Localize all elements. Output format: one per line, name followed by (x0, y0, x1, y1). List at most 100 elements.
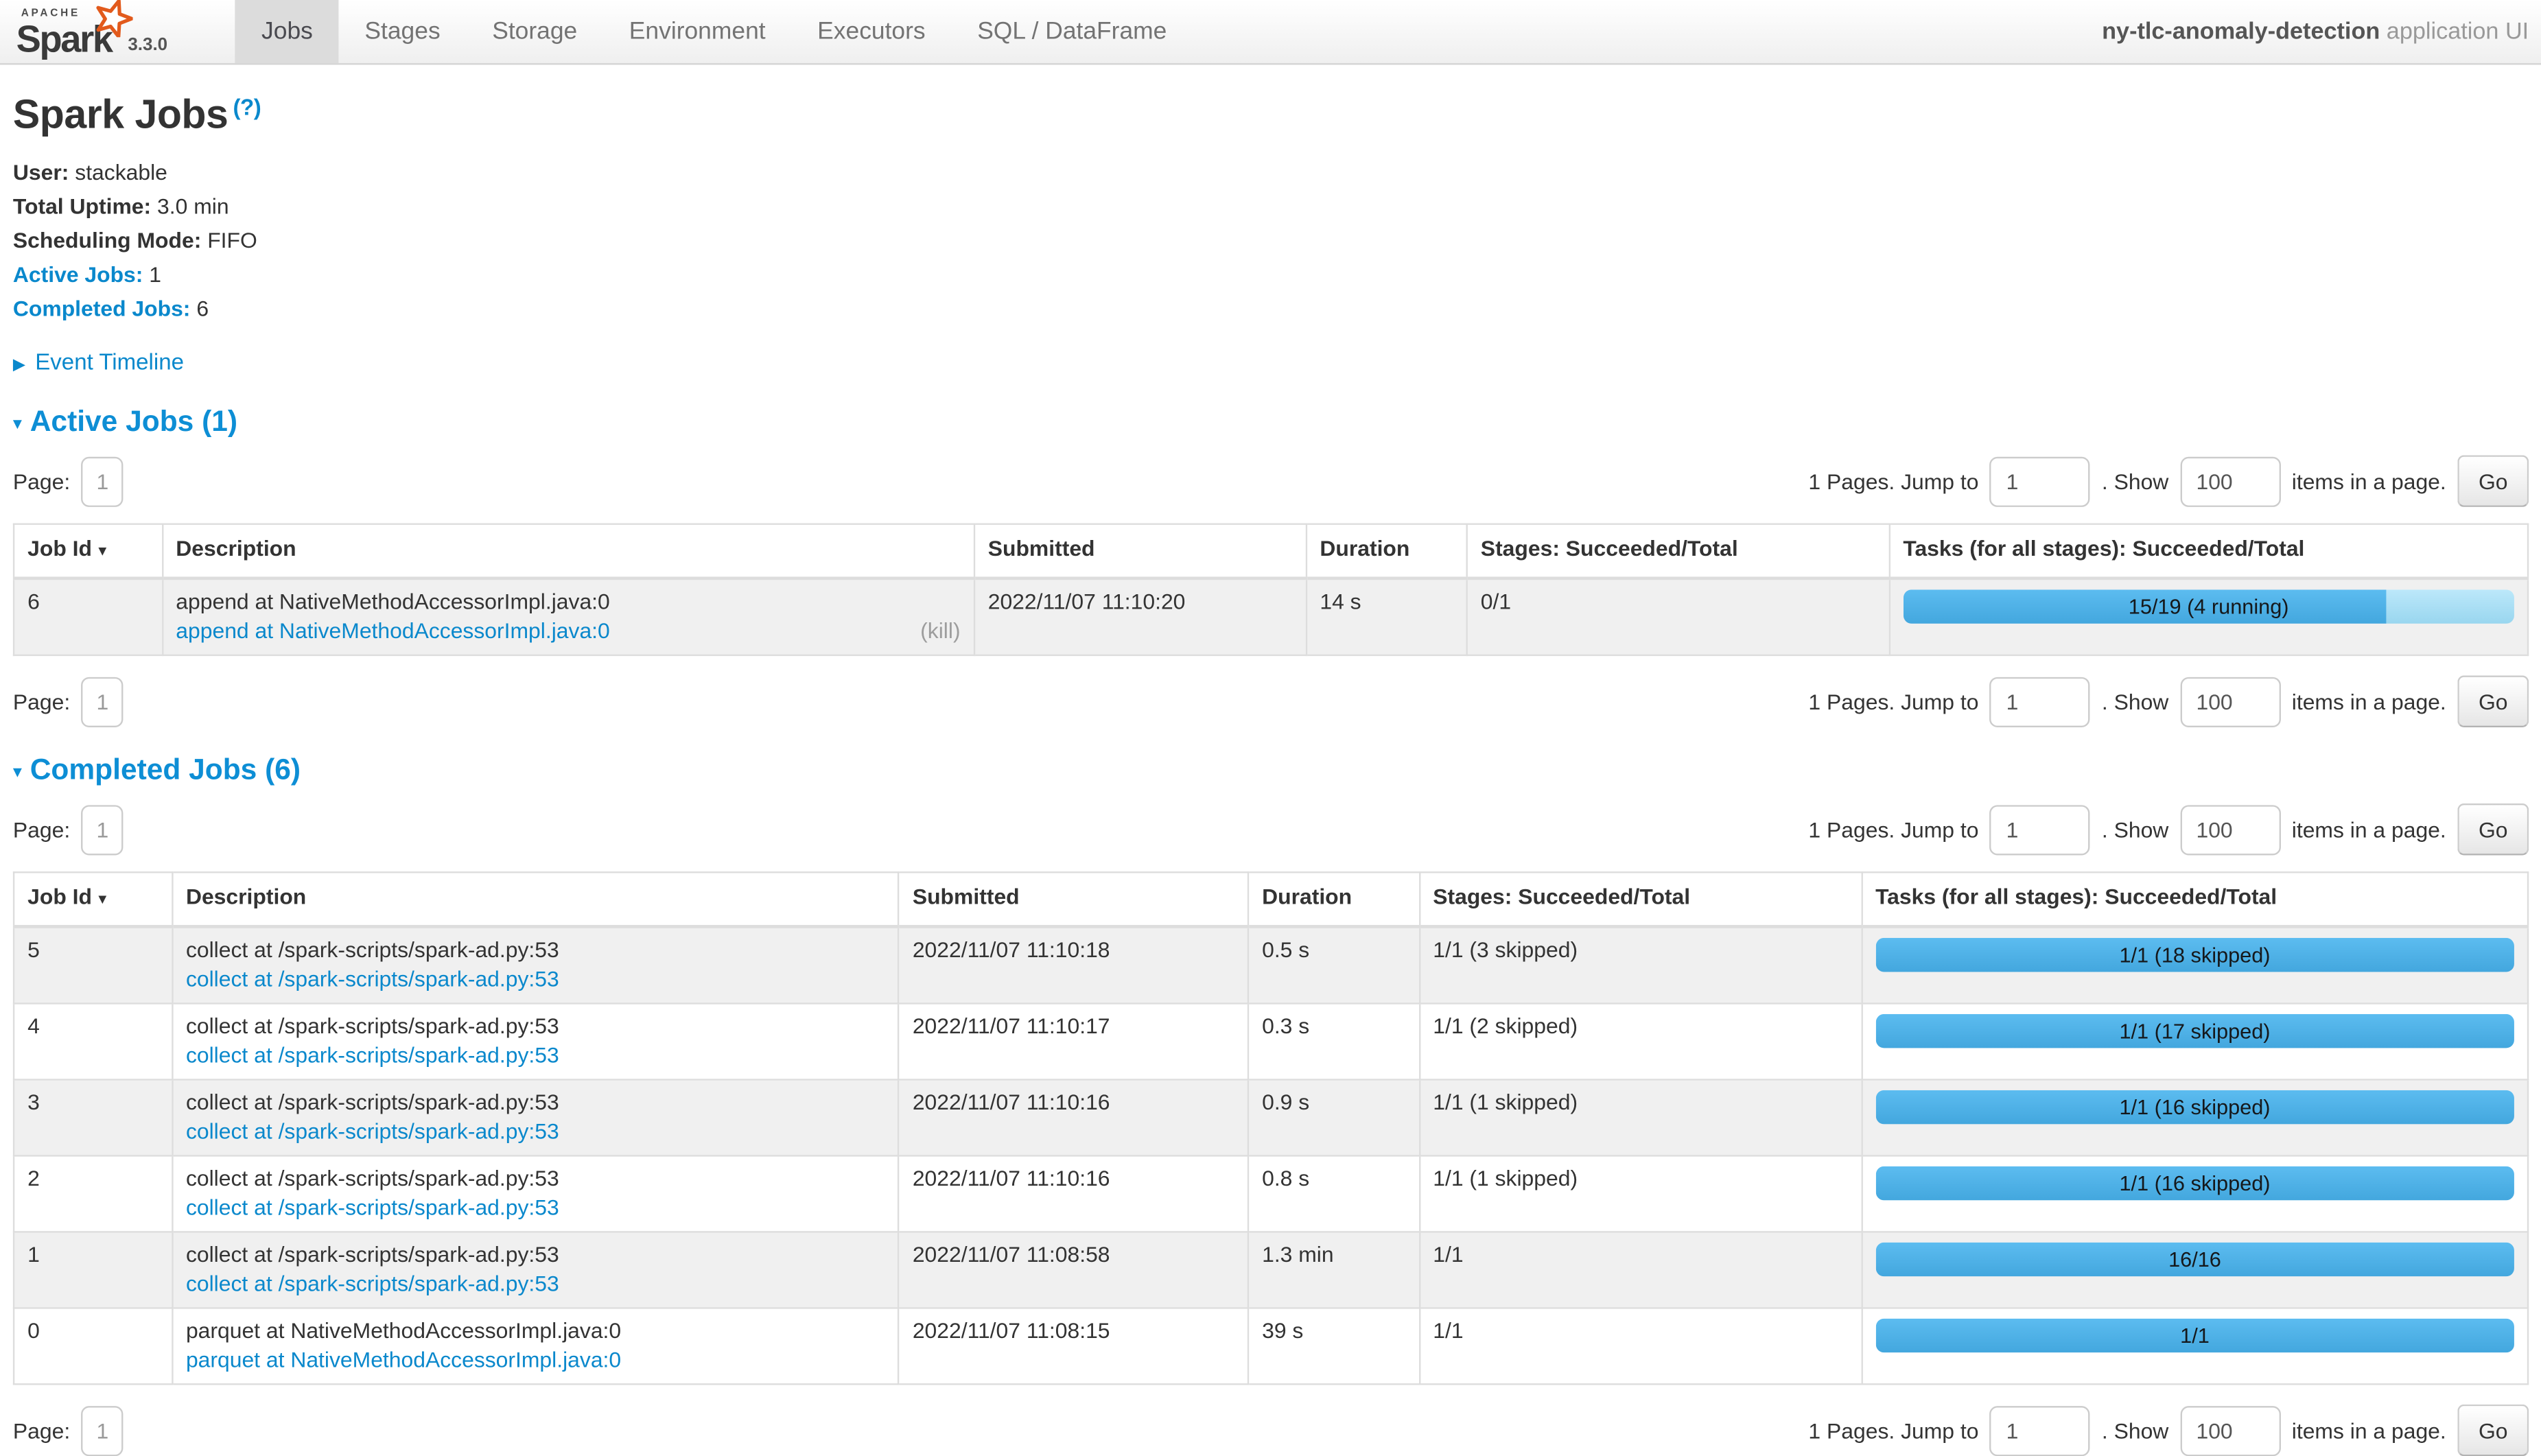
page-size-input[interactable] (2180, 1405, 2280, 1455)
completed-jobs-table: Job Id▾ Description Submitted Duration S… (13, 871, 2529, 1385)
nav-tabs: Jobs Stages Storage Environment Executor… (235, 0, 1193, 63)
job-description-cell: collect at /spark-scripts/spark-ad.py:53… (172, 1155, 899, 1232)
col-header-duration[interactable]: Duration (1248, 872, 1419, 926)
completed-job-row-1: 1 collect at /spark-scripts/spark-ad.py:… (14, 1232, 2528, 1308)
tasks-progress-bar: 1/1 (1875, 1319, 2514, 1353)
page-number-input[interactable] (82, 1405, 124, 1455)
page-title: Spark Jobs(?) (13, 93, 2529, 139)
navbar: APACHESpark 3.3.0 Jobs Stages Storage En… (0, 0, 2541, 64)
jump-to-input[interactable] (1990, 456, 2090, 506)
tasks-progress-cell: 1/1 (17 skipped) (1862, 1004, 2528, 1080)
go-button[interactable]: Go (2457, 455, 2529, 507)
duration-cell: 0.3 s (1248, 1004, 1419, 1080)
tasks-progress-cell: 1/1 (16 skipped) (1862, 1079, 2528, 1155)
job-detail-link[interactable]: collect at /spark-scripts/spark-ad.py:53 (186, 1118, 559, 1147)
duration-cell: 14 s (1306, 578, 1466, 655)
col-header-job-id[interactable]: Job Id▾ (14, 524, 162, 578)
tasks-progress-cell: 16/16 (1862, 1232, 2528, 1308)
completed-job-row-4: 4 collect at /spark-scripts/spark-ad.py:… (14, 1004, 2528, 1080)
col-header-description[interactable]: Description (172, 872, 899, 926)
active-jobs-table: Job Id▾ Description Submitted Duration S… (13, 524, 2529, 657)
job-id-cell: 4 (14, 1004, 172, 1080)
job-id-cell: 2 (14, 1155, 172, 1232)
job-detail-link[interactable]: collect at /spark-scripts/spark-ad.py:53 (186, 1042, 559, 1070)
col-header-job-id[interactable]: Job Id▾ (14, 872, 172, 926)
tasks-progress-cell: 1/1 (18 skipped) (1862, 926, 2528, 1003)
active-jobs-section-header[interactable]: ▾Active Jobs (1) (13, 405, 2529, 439)
col-header-stages[interactable]: Stages: Succeeded/Total (1467, 524, 1890, 578)
job-id-cell: 5 (14, 926, 172, 1003)
sort-desc-icon: ▾ (98, 891, 106, 908)
submitted-cell: 2022/11/07 11:10:16 (899, 1155, 1248, 1232)
completed-jobs-section-header[interactable]: ▾Completed Jobs (6) (13, 753, 2529, 788)
job-detail-link[interactable]: append at NativeMethodAccessorImpl.java:… (176, 617, 609, 646)
col-header-submitted[interactable]: Submitted (974, 524, 1307, 578)
kill-job-link[interactable]: (kill) (920, 617, 960, 646)
col-header-description[interactable]: Description (162, 524, 974, 578)
tasks-progress-cell: 15/19 (4 running) (1889, 578, 2528, 655)
tasks-progress-bar: 1/1 (16 skipped) (1875, 1090, 2514, 1125)
go-button[interactable]: Go (2457, 803, 2529, 856)
active-pager-top: Page: 1 Pages. Jump to . Show items in a… (13, 455, 2529, 507)
tasks-progress-cell: 1/1 (1862, 1308, 2528, 1384)
spark-ui-page: APACHESpark 3.3.0 Jobs Stages Storage En… (0, 0, 2541, 1330)
jump-to-input[interactable] (1990, 804, 2090, 854)
tab-environment[interactable]: Environment (603, 0, 791, 63)
go-button[interactable]: Go (2457, 1405, 2529, 1456)
collapse-down-icon: ▾ (13, 414, 22, 434)
tab-stages[interactable]: Stages (339, 0, 467, 63)
job-detail-link[interactable]: parquet at NativeMethodAccessorImpl.java… (186, 1346, 621, 1375)
col-header-submitted[interactable]: Submitted (899, 872, 1248, 926)
completed-job-row-2: 2 collect at /spark-scripts/spark-ad.py:… (14, 1155, 2528, 1232)
duration-cell: 0.5 s (1248, 926, 1419, 1003)
submitted-cell: 2022/11/07 11:08:15 (899, 1308, 1248, 1384)
job-id-cell: 3 (14, 1079, 172, 1155)
tab-jobs[interactable]: Jobs (235, 0, 338, 63)
job-description-cell: append at NativeMethodAccessorImpl.java:… (162, 578, 974, 655)
col-header-duration[interactable]: Duration (1306, 524, 1466, 578)
col-header-tasks[interactable]: Tasks (for all stages): Succeeded/Total (1889, 524, 2528, 578)
stages-cell: 0/1 (1467, 578, 1890, 655)
jump-to-input[interactable] (1990, 1405, 2090, 1455)
job-description-cell: collect at /spark-scripts/spark-ad.py:53… (172, 926, 899, 1003)
submitted-cell: 2022/11/07 11:10:20 (974, 578, 1307, 655)
summary-user: User: stackable (13, 161, 2529, 185)
expand-right-icon: ▶ (13, 356, 25, 374)
go-button[interactable]: Go (2457, 675, 2529, 727)
job-detail-link[interactable]: collect at /spark-scripts/spark-ad.py:53 (186, 965, 559, 994)
page-number-input[interactable] (82, 456, 124, 506)
event-timeline-toggle[interactable]: ▶Event Timeline (13, 349, 2529, 375)
job-description-cell: parquet at NativeMethodAccessorImpl.java… (172, 1308, 899, 1384)
completed-pager-top: Page: 1 Pages. Jump to . Show items in a… (13, 803, 2529, 856)
tab-storage[interactable]: Storage (466, 0, 603, 63)
active-pager-bottom: Page: 1 Pages. Jump to . Show items in a… (13, 675, 2529, 727)
col-header-tasks[interactable]: Tasks (for all stages): Succeeded/Total (1862, 872, 2528, 926)
page-number-input[interactable] (82, 804, 124, 854)
stages-cell: 1/1 (1419, 1308, 1862, 1384)
page-size-input[interactable] (2180, 677, 2280, 727)
spark-star-icon (94, 0, 133, 36)
jump-to-input[interactable] (1990, 677, 2090, 727)
duration-cell: 39 s (1248, 1308, 1419, 1384)
submitted-cell: 2022/11/07 11:10:17 (899, 1004, 1248, 1080)
stages-cell: 1/1 (1 skipped) (1419, 1155, 1862, 1232)
tab-sql-dataframe[interactable]: SQL / DataFrame (951, 0, 1193, 63)
col-header-stages[interactable]: Stages: Succeeded/Total (1419, 872, 1862, 926)
job-id-cell: 0 (14, 1308, 172, 1384)
job-detail-link[interactable]: collect at /spark-scripts/spark-ad.py:53 (186, 1270, 559, 1299)
active-jobs-link[interactable]: Active Jobs: (13, 262, 143, 286)
summary-scheduling-mode: Scheduling Mode: FIFO (13, 228, 2529, 253)
tab-executors[interactable]: Executors (791, 0, 951, 63)
page-size-input[interactable] (2180, 804, 2280, 854)
page-number-input[interactable] (82, 677, 124, 727)
tasks-progress-bar: 1/1 (16 skipped) (1875, 1166, 2514, 1201)
help-link[interactable]: (?) (233, 94, 261, 120)
stages-cell: 1/1 (1419, 1232, 1862, 1308)
completed-jobs-link[interactable]: Completed Jobs: (13, 296, 191, 320)
page-size-input[interactable] (2180, 456, 2280, 506)
job-detail-link[interactable]: collect at /spark-scripts/spark-ad.py:53 (186, 1194, 559, 1223)
summary-uptime: Total Uptime: 3.0 min (13, 194, 2529, 218)
completed-pager-bottom: Page: 1 Pages. Jump to . Show items in a… (13, 1405, 2529, 1456)
tasks-progress-bar: 16/16 (1875, 1243, 2514, 1277)
application-name: ny-tlc-anomaly-detection (2102, 19, 2380, 45)
